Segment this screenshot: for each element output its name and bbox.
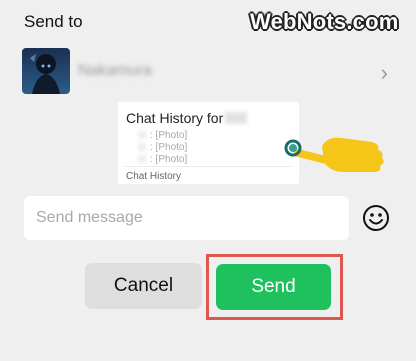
recipient-row[interactable]: Nakamura › (22, 48, 392, 96)
card-line: : [Photo] (138, 142, 187, 153)
card-divider (124, 166, 293, 167)
cancel-button[interactable]: Cancel (85, 263, 202, 309)
card-line: : [Photo] (138, 130, 187, 141)
message-input[interactable] (24, 196, 349, 240)
card-line: : [Photo] (138, 154, 187, 165)
pointing-hand-icon (282, 132, 392, 192)
send-highlight-box (206, 254, 343, 320)
emoji-icon[interactable] (362, 204, 390, 232)
watermark-logo: WebNots.com (250, 9, 399, 34)
recipient-name: Nakamura (78, 62, 152, 79)
page-title: Send to (24, 12, 83, 31)
avatar (22, 48, 70, 94)
chevron-right-icon[interactable]: › (381, 60, 388, 86)
card-title: Chat History for (126, 110, 248, 126)
chat-history-card: Chat History for : [Photo] : [Photo] : [… (118, 102, 299, 184)
card-footer: Chat History (126, 171, 182, 182)
